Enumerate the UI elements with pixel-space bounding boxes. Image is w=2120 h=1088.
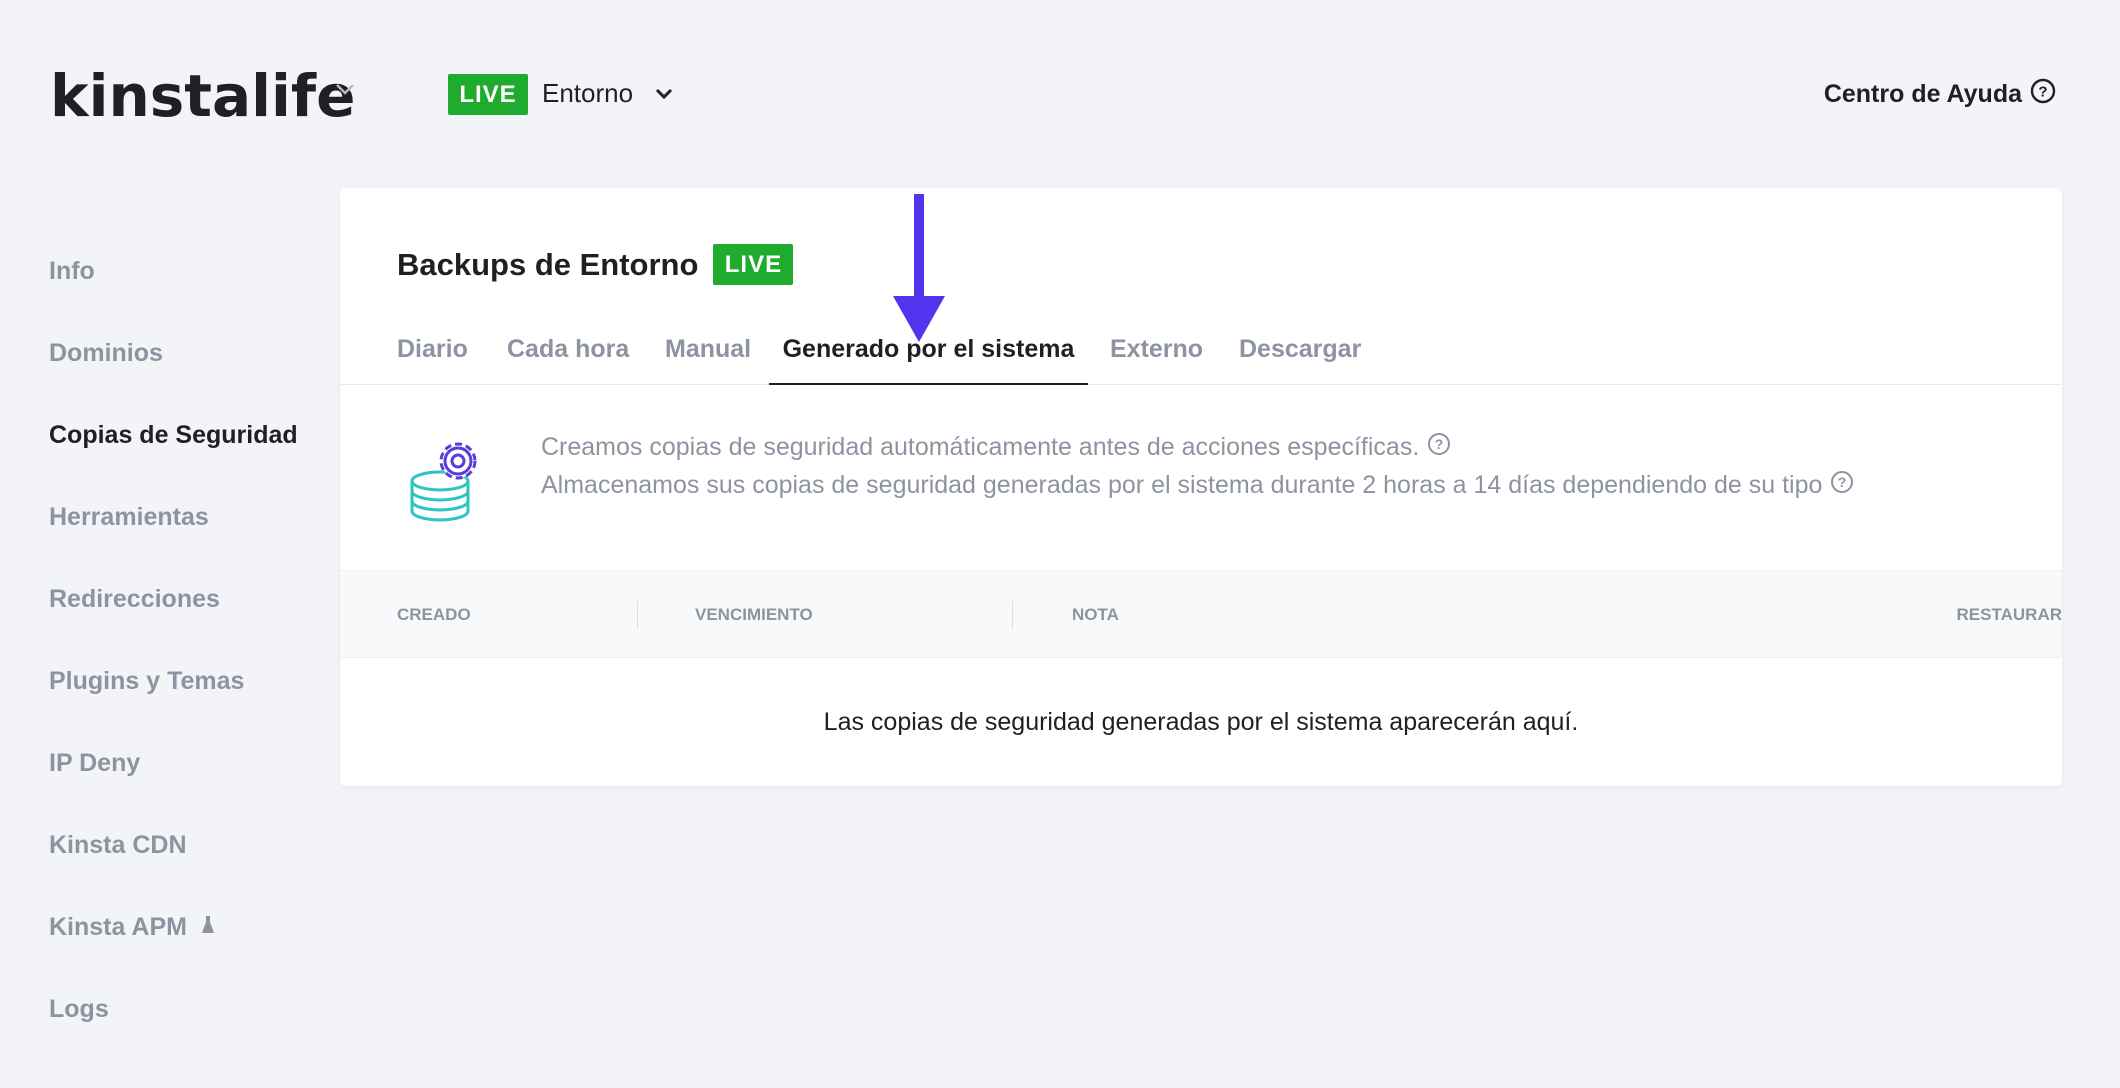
empty-state-message: Las copias de seguridad generadas por el… (823, 708, 1579, 736)
sidebar-item-herramientas[interactable]: Herramientas (49, 476, 339, 558)
sidebar-item-info[interactable]: Info (49, 230, 339, 312)
sidebar-item-label: Kinsta APM (49, 912, 187, 941)
svg-text:?: ? (1435, 436, 1444, 452)
sidebar-item-label: Kinsta CDN (49, 830, 187, 859)
page-title: Backups de Entorno LIVE (397, 244, 794, 285)
help-center-link[interactable]: Centro de Ayuda ? (1824, 78, 2056, 111)
tab-descargar[interactable]: Descargar (1239, 328, 1361, 385)
sidebar-item-copias-de-seguridad[interactable]: Copias de Seguridad (49, 394, 339, 476)
page-title-text: Backups de Entorno (397, 246, 699, 282)
sidebar-item-plugins-y-temas[interactable]: Plugins y Temas (49, 640, 339, 722)
column-header-creado[interactable]: CREADO (397, 571, 471, 659)
svg-text:?: ? (2038, 84, 2047, 101)
site-logo[interactable]: kinstalife (50, 62, 355, 130)
sidebar-item-label: Plugins y Temas (49, 666, 245, 695)
sidebar-item-label: Dominios (49, 338, 163, 367)
backups-table-header: CREADO VENCIMIENTO NOTA RESTAURAR (340, 570, 2062, 658)
info-text: Creamos copias de seguridad automáticame… (541, 428, 1854, 504)
tab-diario[interactable]: Diario (397, 328, 468, 385)
tab-cada-hora[interactable]: Cada hora (507, 328, 629, 385)
column-header-nota: NOTA (1072, 605, 1119, 624)
tab-externo[interactable]: Externo (1110, 328, 1203, 385)
env-live-badge: LIVE (448, 74, 528, 115)
sidebar-item-logs[interactable]: Logs (49, 968, 339, 1050)
backup-tabs: Diario Cada hora Manual Generado por el … (340, 328, 2062, 385)
gear-database-icon (410, 433, 494, 532)
info-line: Almacenamos sus copias de seguridad gene… (541, 466, 1854, 504)
help-circle-icon[interactable]: ? (1830, 470, 1854, 501)
info-line-1: Creamos copias de seguridad automáticame… (541, 432, 1420, 461)
sidebar-item-redirecciones[interactable]: Redirecciones (49, 558, 339, 640)
sidebar-item-label: Herramientas (49, 502, 209, 531)
sidebar-item-kinsta-cdn[interactable]: Kinsta CDN (49, 804, 339, 886)
backups-card: Backups de Entorno LIVE Diario Cada hora… (340, 188, 2062, 786)
sidebar-item-dominios[interactable]: Dominios (49, 312, 339, 394)
help-circle-icon: ? (2030, 78, 2056, 111)
annotation-arrow-icon (893, 194, 945, 347)
environment-selector[interactable]: Entorno (542, 78, 633, 109)
sidebar-item-label: Logs (49, 994, 109, 1023)
site-switcher-chevron-down-icon[interactable] (335, 82, 355, 101)
column-divider (1012, 601, 1013, 629)
info-line-2: Almacenamos sus copias de seguridad gene… (541, 470, 1823, 499)
sidebar-item-ip-deny[interactable]: IP Deny (49, 722, 339, 804)
sidebar-item-label: IP Deny (49, 748, 141, 777)
svg-text:?: ? (1838, 474, 1847, 490)
tab-manual[interactable]: Manual (665, 328, 751, 385)
flask-icon (201, 913, 215, 942)
title-live-badge: LIVE (713, 244, 794, 285)
column-divider (637, 601, 638, 629)
sidebar-item-label: Copias de Seguridad (49, 420, 298, 449)
column-header-vencimiento[interactable]: VENCIMIENTO (695, 571, 813, 659)
sidebar-nav: Info Dominios Copias de Seguridad Herram… (49, 230, 339, 1050)
help-center-label: Centro de Ayuda (1823, 80, 2022, 108)
sidebar-item-kinsta-apm[interactable]: Kinsta APM (49, 886, 339, 968)
info-line: Creamos copias de seguridad automáticame… (541, 428, 1854, 466)
page: kinstalife LIVE Entorno Centro de Ayuda … (0, 0, 2120, 1088)
help-circle-icon[interactable]: ? (1427, 432, 1451, 463)
sidebar-item-label: Redirecciones (49, 584, 220, 613)
environment-chevron-down-icon[interactable] (654, 87, 674, 106)
sidebar-item-label: Info (49, 256, 95, 285)
column-header-restaurar: RESTAURAR (1956, 605, 2062, 624)
